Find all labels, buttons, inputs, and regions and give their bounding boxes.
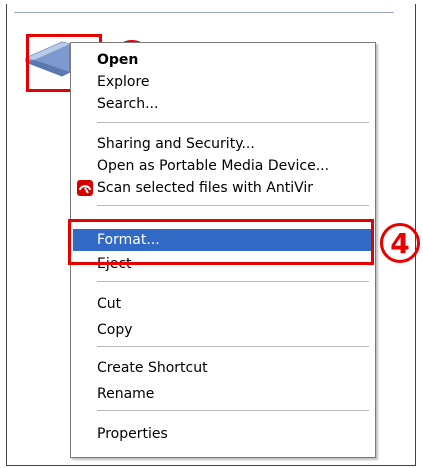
menu-item-scan-antivir-label: Scan selected files with AntiVir (97, 180, 313, 196)
menu-separator (97, 205, 369, 206)
callout-box-step-4 (68, 219, 374, 265)
menu-item-copy[interactable]: Copy (73, 319, 373, 341)
menu-separator (97, 410, 369, 411)
menu-separator (97, 122, 369, 123)
menu-item-open-portable-media[interactable]: Open as Portable Media Device... (73, 155, 373, 177)
menu-item-explore[interactable]: Explore (73, 71, 373, 93)
menu-item-open[interactable]: Open (73, 49, 373, 71)
menu-item-properties[interactable]: Properties (73, 423, 373, 445)
menu-separator (97, 346, 369, 347)
antivir-umbrella-icon (77, 180, 93, 196)
window-top-divider (14, 12, 394, 13)
menu-item-create-shortcut[interactable]: Create Shortcut (73, 357, 373, 379)
menu-item-search[interactable]: Search... (73, 93, 373, 115)
menu-item-rename[interactable]: Rename (73, 383, 373, 405)
menu-item-sharing-security[interactable]: Sharing and Security... (73, 133, 373, 155)
menu-item-cut[interactable]: Cut (73, 293, 373, 315)
menu-separator (97, 281, 369, 282)
callout-number-4: 4 (380, 223, 420, 263)
menu-item-scan-antivir[interactable]: Scan selected files with AntiVir (73, 177, 373, 199)
